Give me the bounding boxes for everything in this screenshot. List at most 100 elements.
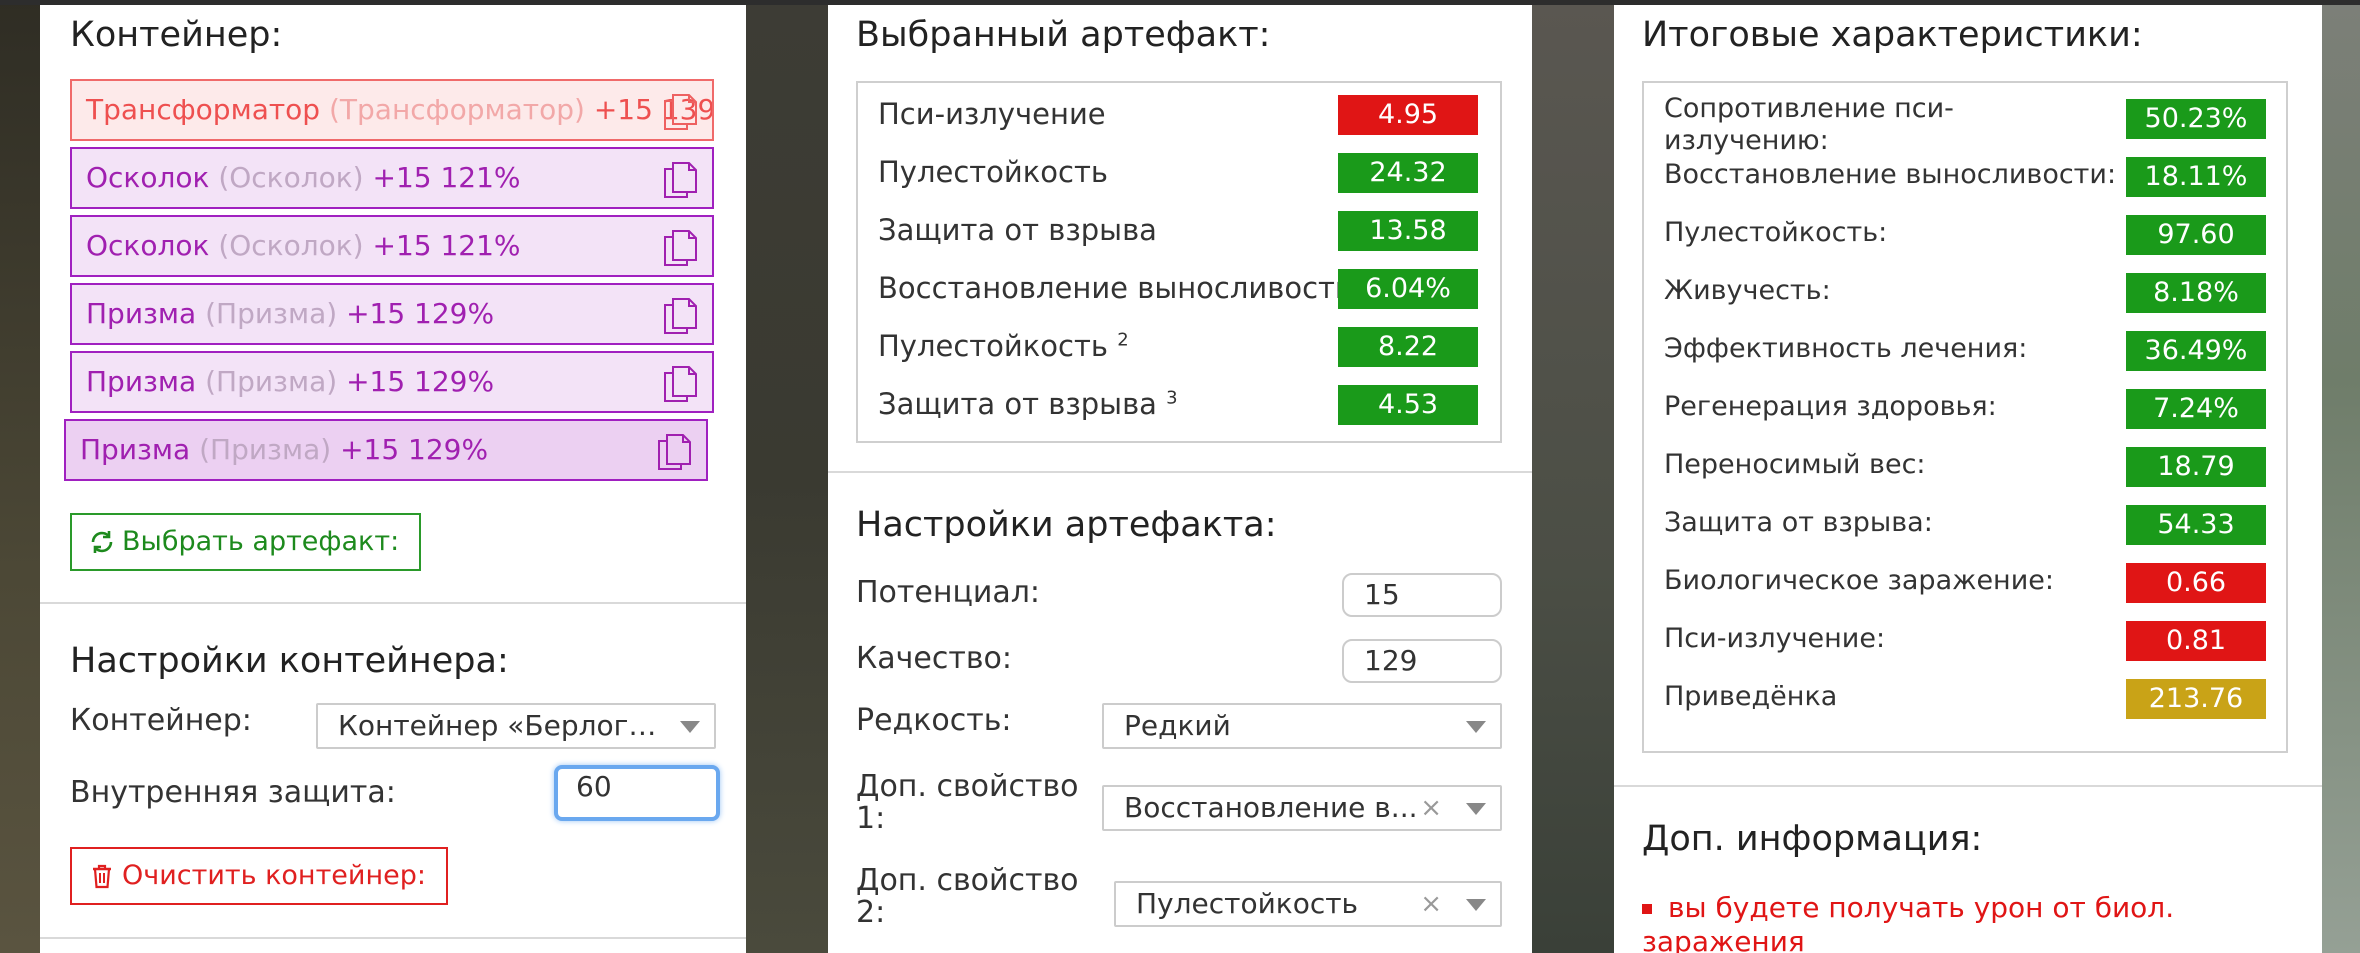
container-item-name: Призма — [86, 297, 197, 330]
container-item-name: Осколок — [86, 229, 210, 262]
summary-stat-text: Пси-излучение: — [1664, 623, 1886, 654]
summary-stat-value: 18.79 — [2126, 447, 2266, 487]
artifact-stat-text: Пулестойкость — [878, 155, 1108, 189]
background-left — [0, 0, 40, 953]
summary-stat-text: Биологическое заражение: — [1664, 565, 2054, 596]
summary-stat-text: Защита от взрыва: — [1664, 507, 1933, 538]
potential-input[interactable]: 15 — [1342, 573, 1502, 617]
container-item[interactable]: Призма (Призма) +15 129% — [70, 283, 714, 345]
background-gap-2 — [1532, 0, 1614, 953]
summary-stat-label: Эффективность лечения: — [1664, 333, 2027, 365]
summary-stat-text-line2: излучению: — [1664, 125, 1829, 156]
extra2-label: Доп. свойство 2: — [856, 865, 1079, 929]
summary-stat-value: 18.11% — [2126, 157, 2266, 197]
extra2-select[interactable]: Пулестойкость × — [1114, 881, 1502, 927]
container-item[interactable]: Призма (Призма) +15 129% — [70, 351, 714, 413]
container-item[interactable]: Осколок (Осколок) +15 121% — [70, 147, 714, 209]
select-artifact-label: Выбрать артефакт: — [122, 526, 400, 557]
artifact-title: Выбранный артефакт: — [856, 15, 1271, 55]
container-item-sub: (Осколок) — [218, 229, 364, 262]
chevron-down-icon[interactable] — [1466, 899, 1486, 911]
inner-protection-value: 60 — [576, 770, 612, 803]
artifact-stat-text: Пулестойкость — [878, 329, 1108, 363]
container-item-name: Осколок — [86, 161, 210, 194]
extra2-label-line1: Доп. свойство — [856, 863, 1079, 898]
chevron-down-icon[interactable] — [1466, 803, 1486, 815]
rarity-value: Редкий — [1124, 709, 1231, 742]
extra1-select[interactable]: Восстановление в... × — [1102, 785, 1502, 831]
extra1-label-line1: Доп. свойство — [856, 769, 1079, 804]
trash-icon — [93, 864, 111, 889]
container-item-value: +15 129% — [340, 433, 489, 466]
quality-label: Качество: — [856, 641, 1012, 676]
clear-icon[interactable]: × — [1420, 883, 1442, 925]
background-gap-1 — [746, 0, 828, 953]
copy-icon[interactable] — [662, 161, 698, 199]
info-text: вы будете получать урон от биол. заражен… — [1642, 891, 2174, 953]
container-title: Контейнер: — [70, 15, 283, 55]
artifact-panel: Выбранный артефакт: Пси-излучение 4.95 Пул… — [828, 5, 1532, 953]
summary-stat-value: 54.33 — [2126, 505, 2266, 545]
summary-stat-label: Защита от взрыва: — [1664, 507, 1933, 539]
artifact-stats-box: Пси-излучение 4.95 Пулестойкость 24.32 Защит… — [856, 81, 1502, 443]
divider — [828, 471, 1532, 473]
summary-stat-label: Переносимый вес: — [1664, 449, 1926, 481]
artifact-stat-label: Пси-излучение — [878, 97, 1106, 131]
artifact-stat-text: Восстановление выносливости — [878, 271, 1354, 305]
rarity-select[interactable]: Редкий — [1102, 703, 1502, 749]
summary-stat-label: Восстановление выносливости: — [1664, 159, 2116, 191]
container-select[interactable]: Контейнер «Берлога... — [316, 703, 716, 749]
copy-icon[interactable] — [656, 433, 692, 471]
summary-stat-label: Биологическое заражение: — [1664, 565, 2054, 597]
inner-protection-label: Внутренняя защита: — [70, 775, 396, 810]
artifact-stat-value: 13.58 — [1338, 211, 1478, 251]
container-item-sub: (Осколок) — [218, 161, 364, 194]
summary-stat-value: 0.81 — [2126, 621, 2266, 661]
artifact-stat-footnote: 2 — [1117, 329, 1129, 351]
chevron-down-icon[interactable] — [1466, 721, 1486, 733]
bullet-icon — [1642, 904, 1652, 914]
container-item-sub: (Трансформатор) — [328, 93, 585, 126]
copy-icon[interactable] — [662, 93, 698, 131]
summary-panel: Итоговые характеристики: Сопротивление п… — [1614, 5, 2322, 953]
copy-icon[interactable] — [662, 365, 698, 403]
quality-input[interactable]: 129 — [1342, 639, 1502, 683]
summary-stat-label: Пси-излучение: — [1664, 623, 1885, 655]
artifact-stat-value: 4.95 — [1338, 95, 1478, 135]
select-artifact-button[interactable]: Выбрать артефакт: — [70, 513, 422, 571]
container-item-sub: (Призма) — [205, 365, 338, 398]
artifact-stat-text: Защита от взрыва — [878, 387, 1157, 421]
container-item-value: +15 121% — [372, 229, 521, 262]
artifact-stat-text: Защита от взрыва — [878, 213, 1157, 247]
copy-icon[interactable] — [662, 297, 698, 335]
container-item-name: Призма — [80, 433, 191, 466]
container-panel: Контейнер: Трансформатор (Трансформатор)… — [40, 5, 746, 953]
summary-stat-label: Сопротивление пси-излучению: — [1664, 93, 1954, 157]
copy-icon[interactable] — [662, 229, 698, 267]
clear-container-button[interactable]: Очистить контейнер: — [70, 847, 448, 905]
container-item[interactable]: Трансформатор (Трансформатор) +15 139% — [70, 79, 714, 141]
summary-stat-text: Приведёнка — [1664, 681, 1838, 712]
summary-stat-value: 7.24% — [2126, 389, 2266, 429]
container-item-name: Трансформатор — [86, 93, 321, 126]
artifact-stat-text: Пси-излучение — [878, 97, 1106, 131]
container-item[interactable]: Осколок (Осколок) +15 121% — [70, 215, 714, 277]
summary-stat-value: 213.76 — [2126, 679, 2266, 719]
artifact-stat-value: 24.32 — [1338, 153, 1478, 193]
container-settings-title: Настройки контейнера: — [70, 641, 509, 681]
summary-stat-text: Пулестойкость: — [1664, 217, 1888, 248]
summary-stat-label: Приведёнка — [1664, 681, 1837, 713]
extra1-label: Доп. свойство 1: — [856, 771, 1079, 835]
clear-icon[interactable]: × — [1420, 787, 1442, 829]
rarity-label: Редкость: — [856, 703, 1012, 738]
container-item-value: +15 129% — [346, 297, 495, 330]
chevron-down-icon[interactable] — [680, 721, 700, 733]
potential-value: 15 — [1364, 578, 1400, 611]
summary-stat-label: Регенерация здоровья: — [1664, 391, 1997, 423]
container-item[interactable]: Призма (Призма) +15 129% — [64, 419, 708, 481]
summary-stat-text: Регенерация здоровья: — [1664, 391, 1997, 422]
summary-stat-value: 0.66 — [2126, 563, 2266, 603]
artifact-stat-label: Защита от взрыва 3 — [878, 387, 1178, 421]
inner-protection-input[interactable]: 60 — [554, 765, 720, 821]
refresh-icon — [91, 531, 113, 553]
